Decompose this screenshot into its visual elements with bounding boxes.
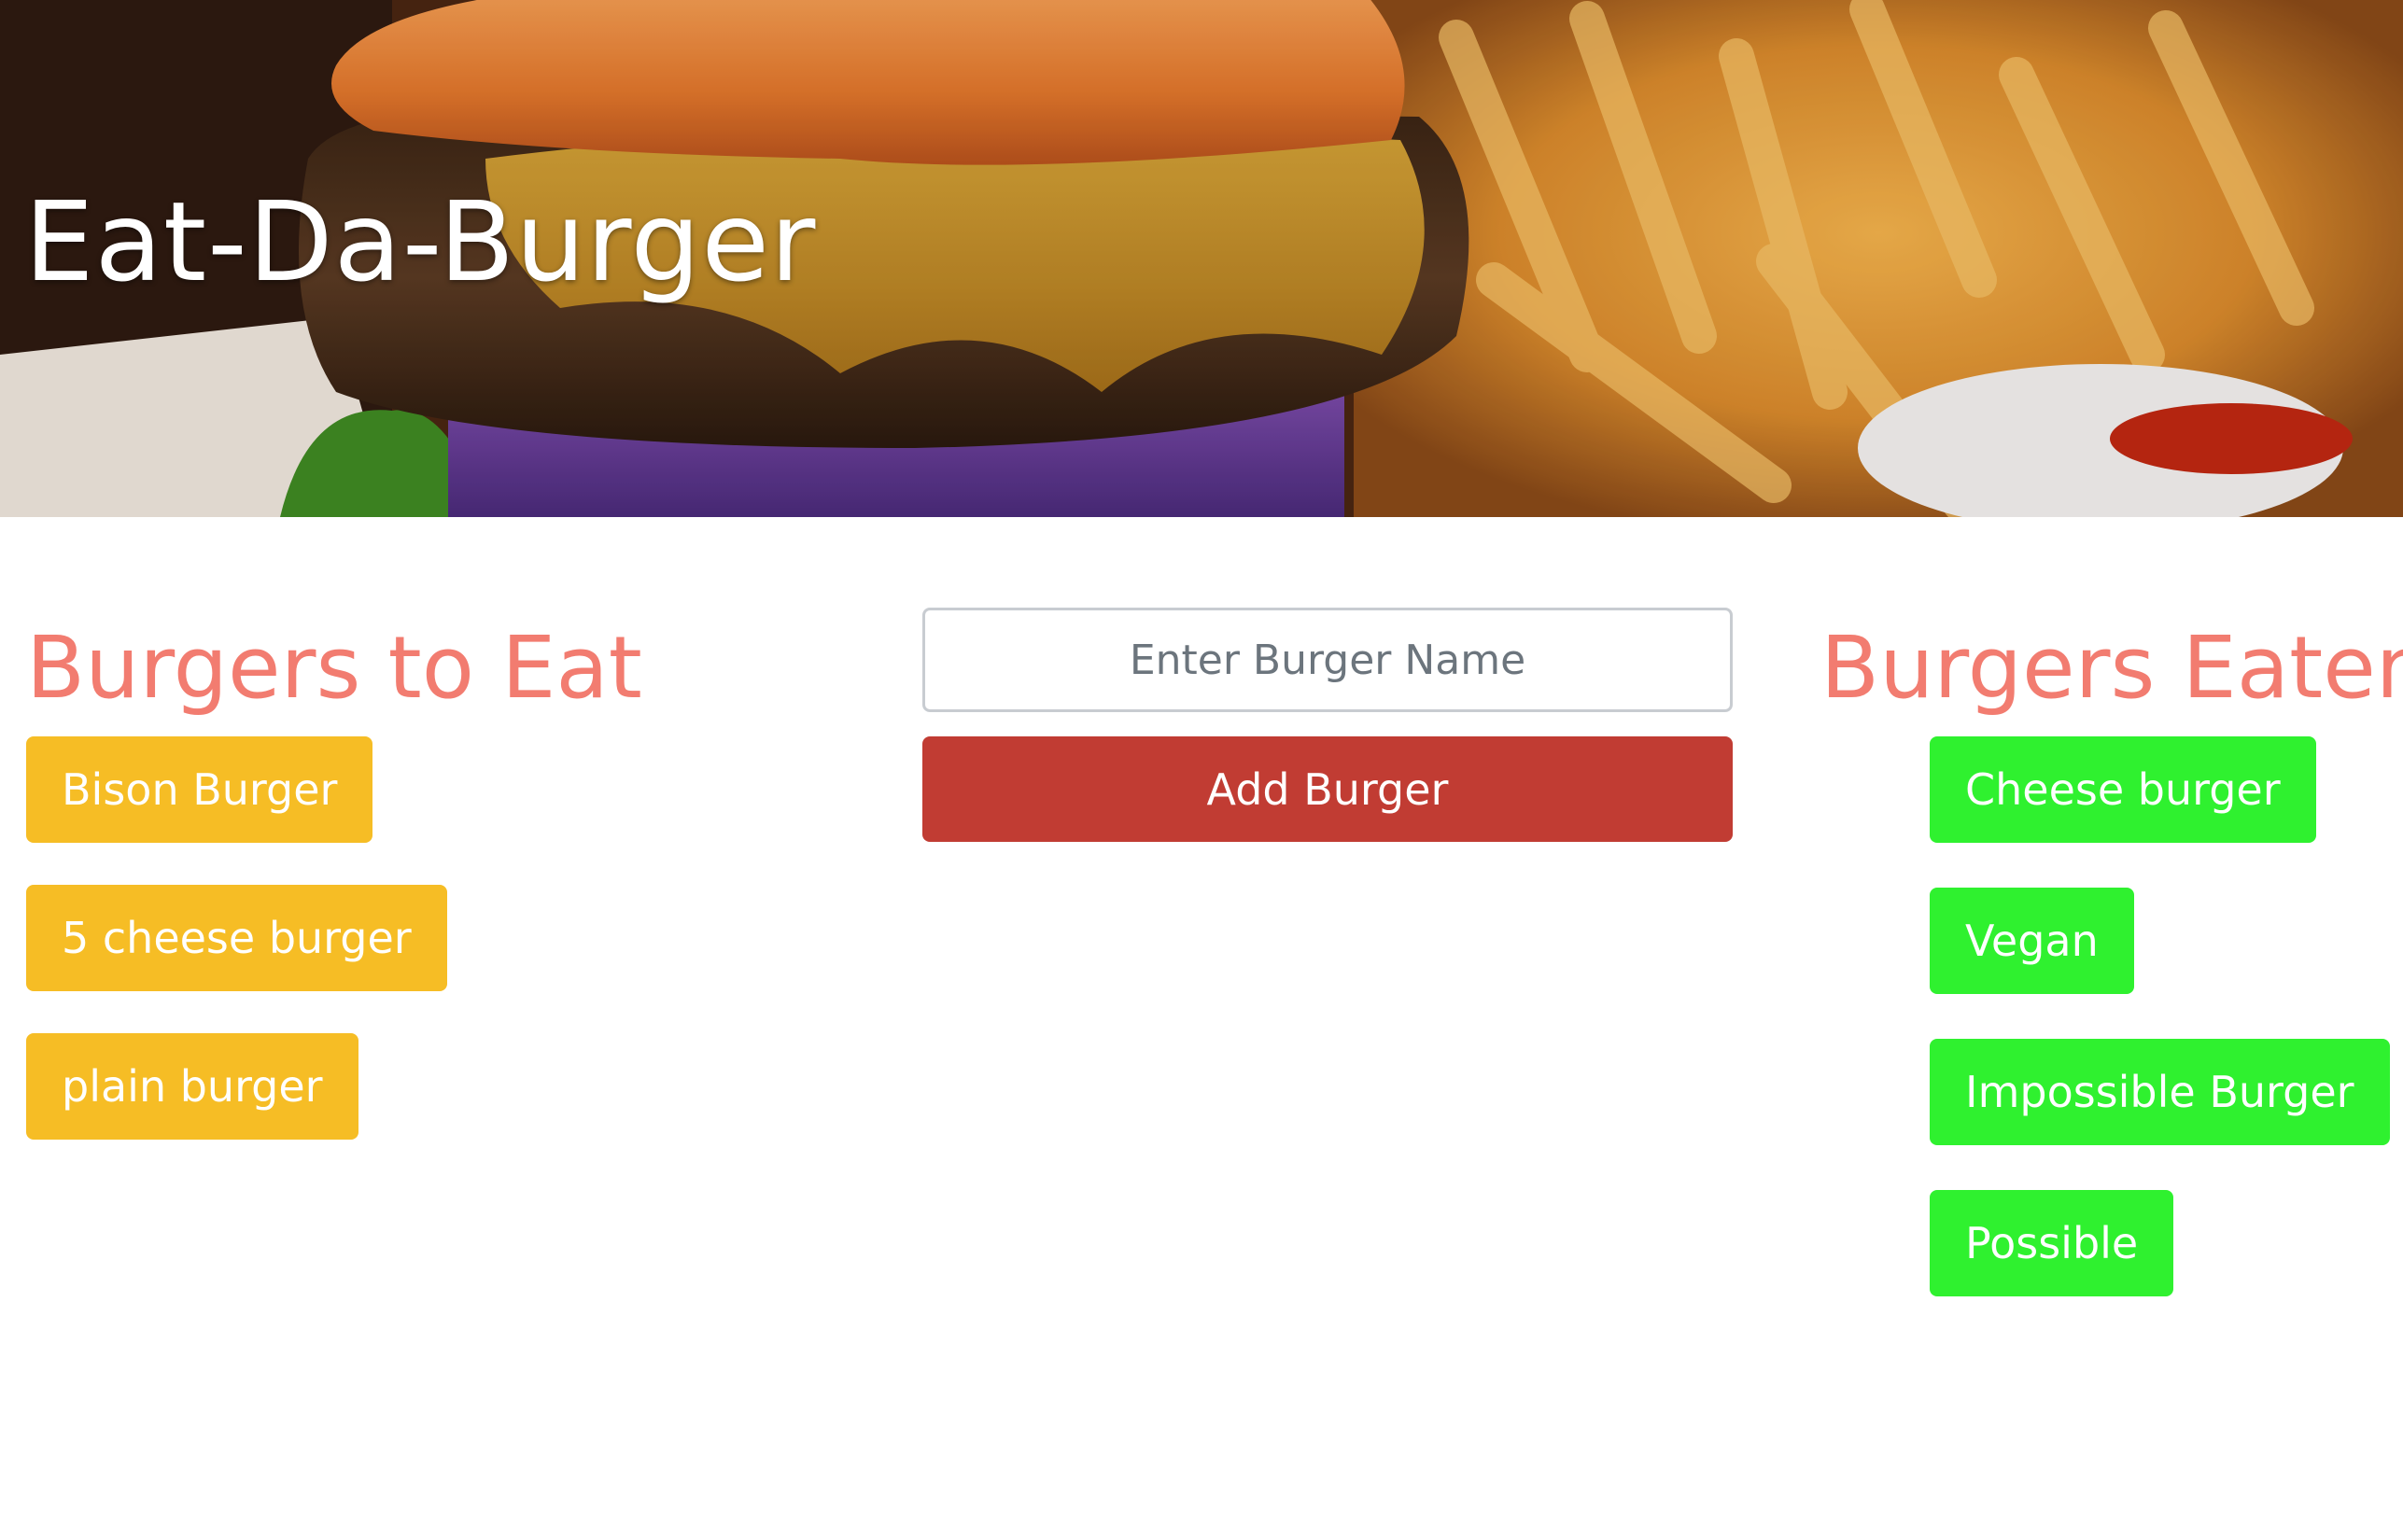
burger-name-input[interactable] [922, 608, 1733, 712]
add-burger-button[interactable]: Add Burger [922, 736, 1733, 842]
to-eat-heading: Burgers to Eat [26, 618, 642, 718]
eaten-heading: Burgers Eaten [1820, 618, 2403, 718]
to-eat-burger-button[interactable]: plain burger [26, 1033, 358, 1140]
to-eat-burger-button[interactable]: Bison Burger [26, 736, 373, 843]
eaten-burger-button[interactable]: Vegan [1930, 888, 2134, 994]
to-eat-burger-button[interactable]: 5 cheese burger [26, 885, 447, 991]
hero-banner: Eat-Da-Burger [0, 0, 2403, 517]
eaten-burger-button[interactable]: Impossible Burger [1930, 1039, 2390, 1145]
site-title: Eat-Da-Burger [24, 177, 817, 306]
eaten-burger-button[interactable]: Cheese burger [1930, 736, 2316, 843]
eaten-burger-button[interactable]: Possible [1930, 1190, 2174, 1296]
